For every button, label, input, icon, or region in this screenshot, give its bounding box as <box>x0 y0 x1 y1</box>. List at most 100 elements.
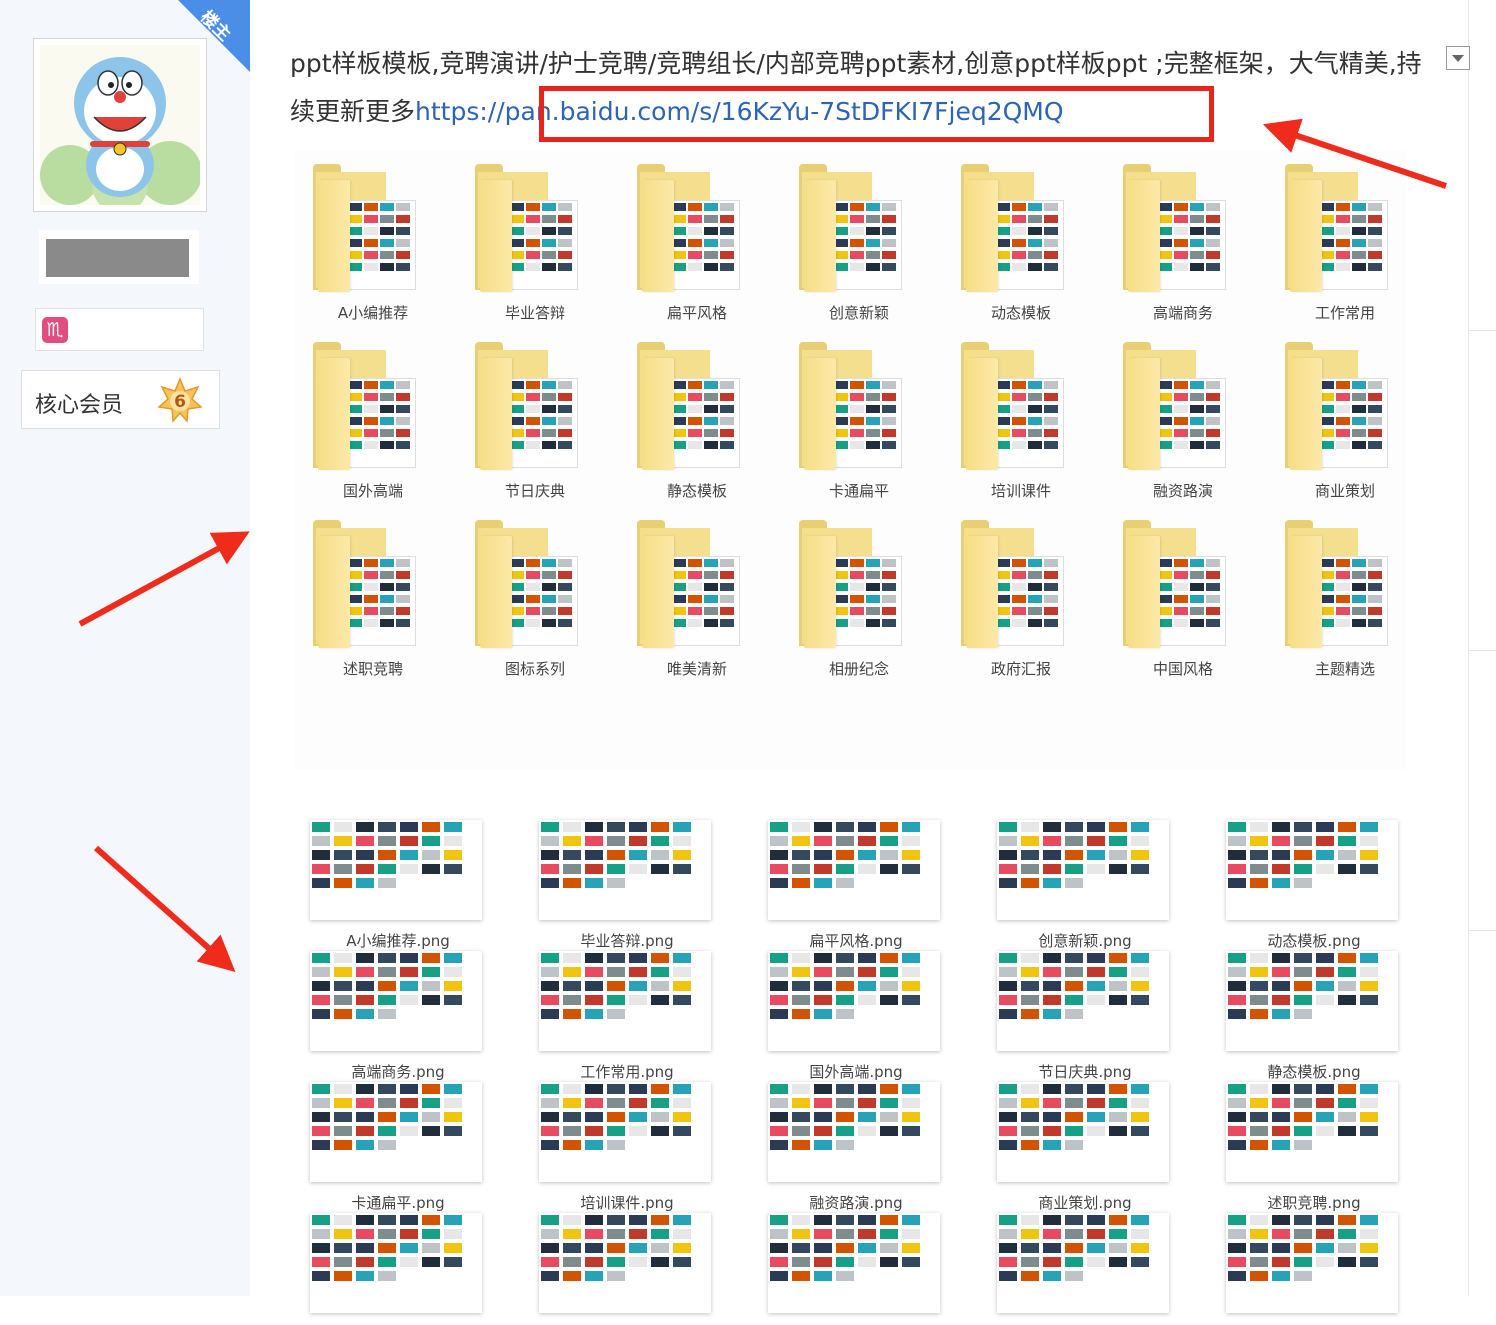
folder-icon <box>318 358 350 470</box>
folder-item: 述职竞聘 <box>298 506 448 678</box>
thumbnail-image <box>539 1082 711 1182</box>
folder-grid-image: A小编推荐 毕业答辩 扁平风格 创意新颖 动态模板 高端商务 工作常用国外高端 节日庆典 静态模… <box>294 150 1406 770</box>
folder-item: 扁平风格 <box>622 150 772 322</box>
thumbnail-image <box>310 1213 482 1313</box>
folder-label: 创意新颖 <box>828 304 889 322</box>
thumbnail-item: 卡通扁平.png <box>298 1064 498 1212</box>
folder-item: 工作常用 <box>1270 150 1420 322</box>
folder-item: 主题精选 <box>1270 506 1420 678</box>
thumbnail-item: 述职竞聘.png <box>1214 1064 1414 1212</box>
thumbnail-item: 节日庆典.png <box>985 933 1185 1081</box>
folder-item: 融资路演 <box>1108 328 1258 500</box>
folder-label: 述职竞聘 <box>342 660 403 678</box>
thumbnail-item <box>985 1195 1185 1325</box>
thumbnail-image <box>997 951 1169 1051</box>
user-panel: 楼主 ♏ 核心会员 6 <box>0 0 250 1296</box>
thumbnail-item <box>1214 1195 1414 1325</box>
folder-label: 节日庆典 <box>504 482 565 500</box>
folder-icon <box>480 536 512 648</box>
folder-label: 商业策划 <box>1314 482 1375 500</box>
folder-icon <box>1290 180 1322 292</box>
folder-label: 图标系列 <box>504 660 565 678</box>
thumbnail-item: 国外高端.png <box>756 933 956 1081</box>
thumbnail-item: 静态模板.png <box>1214 933 1414 1081</box>
folder-icon <box>642 358 674 470</box>
folder-label: 工作常用 <box>1314 304 1375 322</box>
thumbnail-item: 创意新颖.png <box>985 802 1185 950</box>
folder-label: 国外高端 <box>342 482 403 500</box>
username-redacted <box>46 239 189 277</box>
avatar[interactable] <box>33 38 207 212</box>
thumbnail-image <box>310 1082 482 1182</box>
folder-label: A小编推荐 <box>337 304 409 322</box>
folder-item: 商业策划 <box>1270 328 1420 500</box>
folder-icon <box>318 536 350 648</box>
folder-item: 静态模板 <box>622 328 772 500</box>
thumbnail-image <box>1226 951 1398 1051</box>
folder-icon <box>642 180 674 292</box>
folder-icon <box>318 180 350 292</box>
folder-item: 动态模板 <box>946 150 1096 322</box>
thumbnail-item <box>298 1195 498 1325</box>
folder-item: 唯美清新 <box>622 506 772 678</box>
collapse-dropdown-button[interactable] <box>1446 46 1470 70</box>
zodiac-box: ♏ <box>35 308 204 351</box>
folder-item: 国外高端 <box>298 328 448 500</box>
folder-item: 毕业答辩 <box>460 150 610 322</box>
folder-label: 高端商务 <box>1152 304 1213 322</box>
folder-icon <box>1128 536 1160 648</box>
thumbnail-image <box>768 1213 940 1313</box>
folder-label: 培训课件 <box>990 482 1051 500</box>
thumbnail-item: 融资路演.png <box>756 1064 956 1212</box>
thumbnail-image <box>1226 820 1398 920</box>
scorpio-icon: ♏ <box>42 317 68 343</box>
thumbnail-image <box>1226 1082 1398 1182</box>
thumbnail-image <box>539 1213 711 1313</box>
folder-item: A小编推荐 <box>298 150 448 322</box>
thumbnail-image <box>310 820 482 920</box>
folder-item: 相册纪念 <box>784 506 934 678</box>
thumbnail-image <box>997 820 1169 920</box>
folder-label: 融资路演 <box>1152 482 1213 500</box>
folder-icon <box>480 180 512 292</box>
folder-icon <box>804 180 836 292</box>
folder-item: 政府汇报 <box>946 506 1096 678</box>
folder-label: 主题精选 <box>1314 660 1375 678</box>
folder-label: 相册纪念 <box>828 660 889 678</box>
thumbnail-image <box>539 951 711 1051</box>
divider <box>1469 930 1496 931</box>
thumbnail-image <box>768 1082 940 1182</box>
member-level-label: 核心会员 <box>35 393 124 418</box>
thumbnail-image <box>310 951 482 1051</box>
link-highlight-box <box>539 86 1214 142</box>
folder-icon <box>1128 358 1160 470</box>
thumbnail-grid-image: A小编推荐.png 毕业答辩.png 扁平风格.png 创意新颖.png 动态模板.pn… <box>294 800 1406 1313</box>
folder-icon <box>1290 358 1322 470</box>
folder-icon <box>642 536 674 648</box>
folder-icon <box>966 180 998 292</box>
folder-icon <box>804 536 836 648</box>
folder-item: 中国风格 <box>1108 506 1258 678</box>
thumbnail-image <box>539 820 711 920</box>
thumbnail-item <box>527 1195 727 1325</box>
member-level-box[interactable]: 核心会员 6 <box>21 370 220 429</box>
divider <box>1469 330 1496 331</box>
folder-item: 培训课件 <box>946 328 1096 500</box>
chevron-down-icon <box>1452 55 1464 62</box>
folder-label: 静态模板 <box>666 482 727 500</box>
level-star-badge-icon: 6 <box>157 377 203 423</box>
member-level-number: 6 <box>174 392 186 412</box>
folder-label: 毕业答辩 <box>504 304 565 322</box>
folder-item: 图标系列 <box>460 506 610 678</box>
folder-item: 创意新颖 <box>784 150 934 322</box>
folder-label: 扁平风格 <box>666 304 727 322</box>
thumbnail-item: 商业策划.png <box>985 1064 1185 1212</box>
folder-icon <box>480 358 512 470</box>
folder-icon <box>966 358 998 470</box>
thumbnail-image <box>997 1082 1169 1182</box>
username-box[interactable] <box>39 230 199 284</box>
folder-label: 政府汇报 <box>990 660 1051 678</box>
thumbnail-item: 动态模板.png <box>1214 802 1414 950</box>
thumbnail-item <box>756 1195 956 1325</box>
folder-label: 中国风格 <box>1152 660 1213 678</box>
